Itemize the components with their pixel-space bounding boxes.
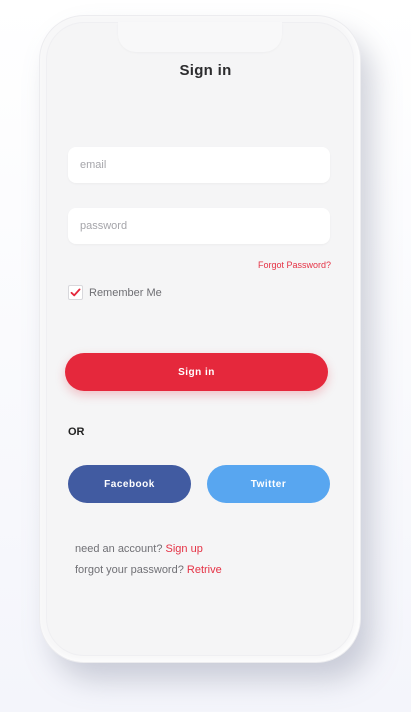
page-title: Sign in xyxy=(179,62,232,79)
remember-me-checkbox[interactable] xyxy=(68,285,83,300)
signup-prompt-text: need an account? xyxy=(75,543,163,555)
or-divider: OR xyxy=(68,426,85,438)
password-field[interactable] xyxy=(68,208,330,244)
phone-notch xyxy=(118,22,282,52)
screen: Sign in Forgot Password? Remember Me Sig… xyxy=(0,0,411,712)
check-icon xyxy=(70,288,81,297)
sign-up-link[interactable]: Sign up xyxy=(166,543,203,555)
remember-me[interactable]: Remember Me xyxy=(68,285,162,300)
retrieve-prompt-text: forgot your password? xyxy=(75,564,184,576)
retrieve-link[interactable]: Retrive xyxy=(187,564,222,576)
facebook-button[interactable]: Facebook xyxy=(68,465,191,503)
email-input[interactable] xyxy=(68,159,330,171)
remember-me-label: Remember Me xyxy=(89,286,162,299)
retrieve-prompt: forgot your password? Retrive xyxy=(75,564,222,576)
phone-screen xyxy=(46,22,354,656)
sign-in-button[interactable]: Sign in xyxy=(65,353,328,391)
forgot-password-link[interactable]: Forgot Password? xyxy=(258,260,331,270)
signup-prompt: need an account? Sign up xyxy=(75,543,203,555)
password-input[interactable] xyxy=(68,220,330,232)
email-field[interactable] xyxy=(68,147,330,183)
twitter-button[interactable]: Twitter xyxy=(207,465,330,503)
